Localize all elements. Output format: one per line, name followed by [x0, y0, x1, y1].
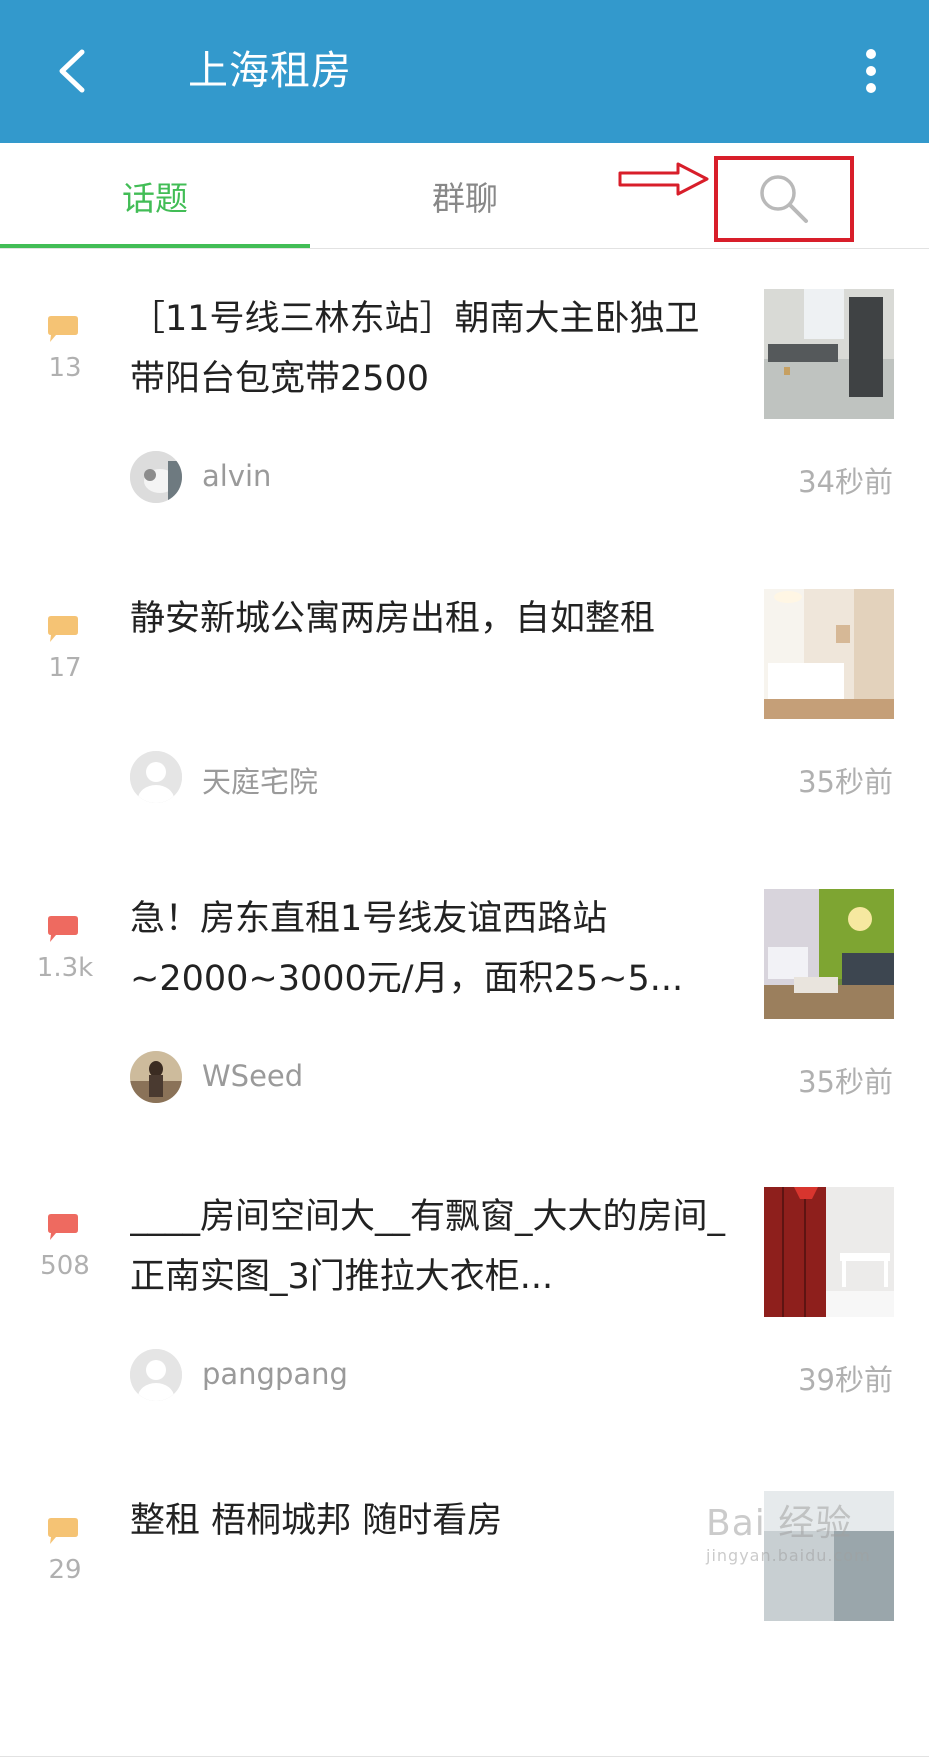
- post-time: 34秒前: [798, 465, 893, 499]
- reply-count: 29: [48, 1555, 82, 1585]
- avatar[interactable]: [130, 451, 182, 503]
- topic-title[interactable]: ［11号线三林东站］朝南大主卧独卫带阳台包宽带2500: [130, 289, 730, 409]
- comment-bubble-icon: [48, 316, 78, 342]
- comment-bubble-icon: [48, 916, 78, 942]
- back-button[interactable]: [36, 36, 106, 106]
- topic-item[interactable]: 508 ____房间空间大__有飘窗_大大的房间_正南实图_3门推拉大衣柜...…: [0, 1147, 929, 1453]
- tab-topics[interactable]: 话题: [0, 143, 310, 248]
- watermark-logo: Bai 经验 jingyan.baidu.com: [706, 1503, 871, 1565]
- annotation-highlight-box: [714, 156, 854, 242]
- more-vert-icon: [866, 49, 876, 93]
- topic-thumbnail[interactable]: [764, 589, 894, 719]
- reply-count: 13: [48, 353, 82, 383]
- avatar[interactable]: [130, 1051, 182, 1103]
- page-title: 上海租房: [188, 48, 352, 94]
- post-time: 35秒前: [798, 1065, 893, 1099]
- reply-count: 1.3k: [36, 953, 94, 983]
- app-bar: 上海租房: [0, 0, 929, 143]
- topic-thumbnail[interactable]: [764, 1187, 894, 1317]
- comment-bubble-icon: [48, 616, 78, 642]
- author-name[interactable]: 天庭宅院: [202, 759, 318, 801]
- back-arrow-icon: [59, 49, 85, 93]
- more-options-button[interactable]: [846, 36, 896, 106]
- author-name[interactable]: WSeed: [202, 1059, 303, 1093]
- annotation-arrow-icon: [618, 162, 709, 196]
- topic-title[interactable]: ____房间空间大__有飘窗_大大的房间_正南实图_3门推拉大衣柜...: [130, 1187, 730, 1307]
- comment-bubble-icon: [48, 1214, 78, 1240]
- avatar[interactable]: [130, 751, 182, 803]
- topic-thumbnail[interactable]: [764, 289, 894, 419]
- post-time: 39秒前: [798, 1363, 893, 1397]
- post-time: 35秒前: [798, 765, 893, 799]
- topic-thumbnail[interactable]: [764, 889, 894, 1019]
- author-name[interactable]: alvin: [202, 459, 271, 493]
- topic-title[interactable]: 急！房东直租1号线友谊西路站~2000~3000元/月，面积25~5...: [130, 889, 730, 1009]
- tab-group-chat[interactable]: 群聊: [310, 143, 620, 248]
- topic-item[interactable]: 17 静安新城公寓两房出租，自如整租 天庭宅院 35秒前: [0, 549, 929, 855]
- active-tab-indicator: [0, 244, 310, 248]
- topic-item[interactable]: 1.3k 急！房东直租1号线友谊西路站~2000~3000元/月，面积25~5.…: [0, 849, 929, 1155]
- reply-count: 508: [40, 1251, 90, 1281]
- topic-title[interactable]: 整租 梧桐城邦 随时看房: [130, 1491, 730, 1551]
- topic-title[interactable]: 静安新城公寓两房出租，自如整租: [130, 589, 730, 649]
- reply-count: 17: [48, 653, 82, 683]
- avatar[interactable]: [130, 1349, 182, 1401]
- author-name[interactable]: pangpang: [202, 1357, 348, 1391]
- topic-item[interactable]: 13 ［11号线三林东站］朝南大主卧独卫带阳台包宽带2500 alvin 34秒…: [0, 249, 929, 555]
- comment-bubble-icon: [48, 1518, 78, 1544]
